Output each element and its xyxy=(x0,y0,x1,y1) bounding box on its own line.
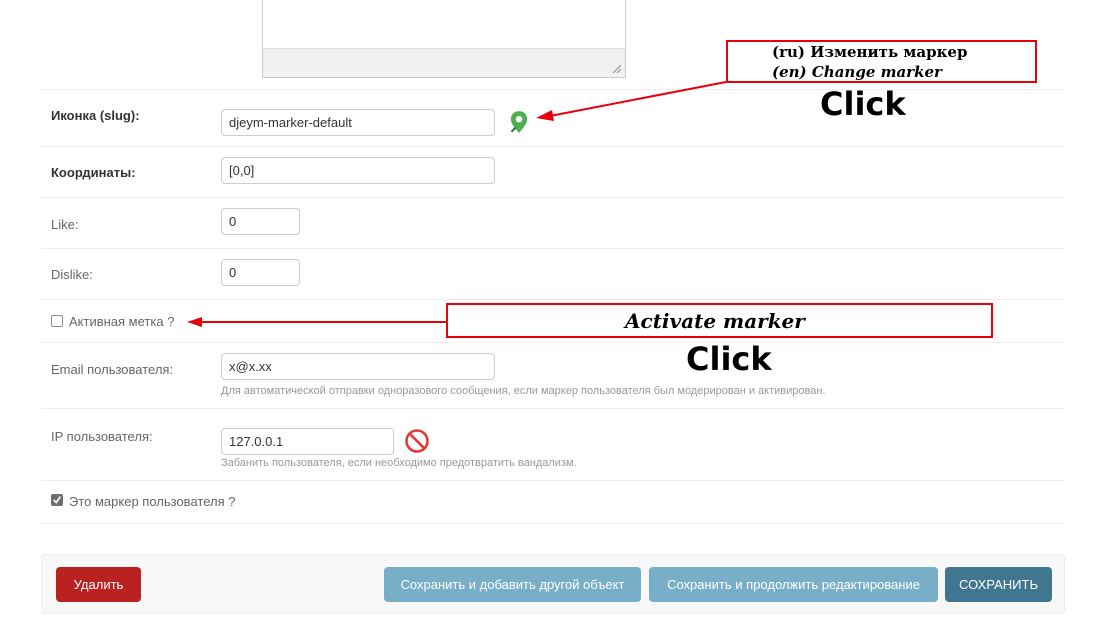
active-label[interactable]: Активная метка ? xyxy=(69,314,174,329)
email-value: x@x.xx xyxy=(229,359,272,374)
save-continue-button[interactable]: Сохранить и продолжить редактирование xyxy=(649,567,938,602)
activate-marker-annotation: Activate marker xyxy=(446,303,993,338)
ip-help-text: Забанить пользователя, если необходимо п… xyxy=(221,457,577,469)
map-marker-icon[interactable] xyxy=(506,109,532,135)
like-value: 0 xyxy=(229,214,237,229)
active-checkbox[interactable] xyxy=(51,315,63,327)
change-marker-en-text: (en) Change marker xyxy=(772,63,942,81)
dislike-label: Dislike: xyxy=(51,267,93,282)
dislike-row: Dislike: 0 xyxy=(41,249,1065,300)
icon-row: Иконка (slug): djeym-marker-default xyxy=(41,90,1065,147)
change-marker-annotation: (ru) Изменить маркер (en) Change marker xyxy=(726,40,1037,83)
change-marker-ru-text: (ru) Изменить маркер xyxy=(772,43,968,61)
like-label: Like: xyxy=(51,217,79,232)
submit-row: Удалить Сохранить и добавить другой объе… xyxy=(41,554,1065,614)
click-label-1: Click xyxy=(820,85,906,123)
icon-slug-value: djeym-marker-default xyxy=(229,115,352,130)
check-icon xyxy=(53,496,62,504)
user-marker-label[interactable]: Это маркер пользователя ? xyxy=(69,494,235,509)
coordinates-row: Координаты: [0,0] xyxy=(41,147,1065,198)
email-row: Email пользователя: x@x.xx Для автоматич… xyxy=(41,343,1065,409)
coordinates-label: Координаты: xyxy=(51,165,136,180)
textarea-field[interactable] xyxy=(262,0,626,78)
icon-label: Иконка (slug): xyxy=(51,108,140,123)
ip-value: 127.0.0.1 xyxy=(229,434,284,449)
user-marker-row: Это маркер пользователя ? xyxy=(41,481,1065,524)
ban-icon[interactable] xyxy=(404,428,430,454)
ip-label: IP пользователя: xyxy=(51,429,153,444)
user-marker-checkbox[interactable] xyxy=(51,494,63,506)
email-label: Email пользователя: xyxy=(51,362,174,377)
save-button[interactable]: СОХРАНИТЬ xyxy=(945,567,1052,602)
ip-row: IP пользователя: 127.0.0.1 Забанить поль… xyxy=(41,409,1065,481)
dislike-value: 0 xyxy=(229,265,237,280)
dislike-input[interactable]: 0 xyxy=(221,259,300,286)
resize-grip-icon[interactable] xyxy=(611,63,621,73)
delete-button[interactable]: Удалить xyxy=(56,567,141,602)
like-row: Like: 0 xyxy=(41,198,1065,249)
coordinates-value: [0,0] xyxy=(229,163,255,178)
coordinates-input[interactable]: [0,0] xyxy=(221,157,495,184)
ip-input[interactable]: 127.0.0.1 xyxy=(221,428,394,455)
save-add-another-button[interactable]: Сохранить и добавить другой объект xyxy=(384,567,641,602)
like-input[interactable]: 0 xyxy=(221,208,300,235)
textarea-statusbar xyxy=(263,48,625,77)
email-help-text: Для автоматической отправки одноразового… xyxy=(221,385,826,397)
click-label-2: Click xyxy=(686,340,772,378)
icon-slug-input[interactable]: djeym-marker-default xyxy=(221,109,495,136)
activate-marker-text: Activate marker xyxy=(625,309,805,333)
email-input[interactable]: x@x.xx xyxy=(221,353,495,380)
